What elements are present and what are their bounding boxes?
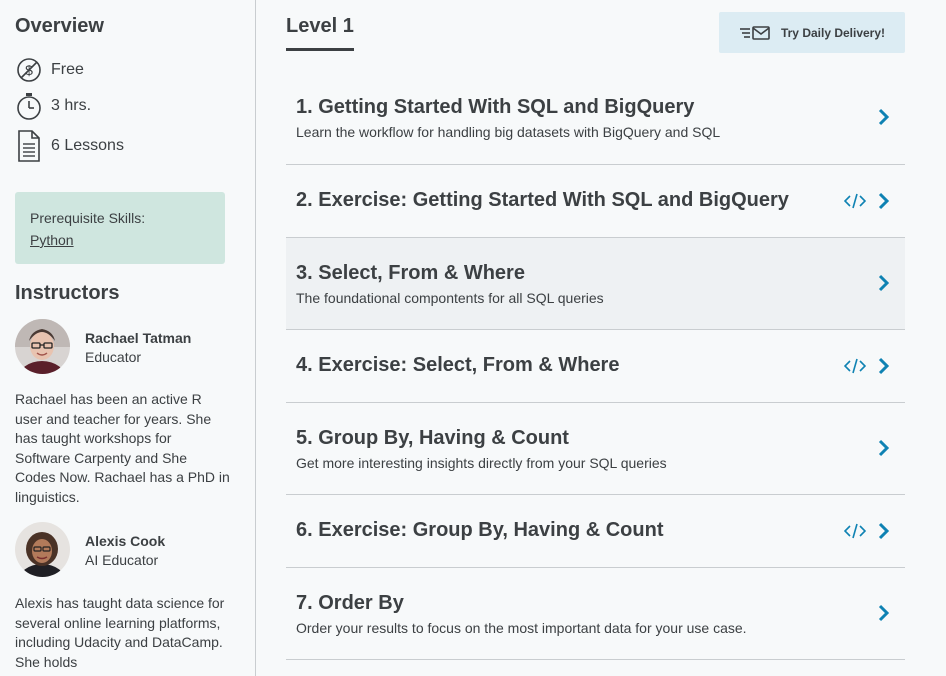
lesson-item[interactable]: 4. Exercise: Select, From & Where [286, 330, 905, 403]
code-icon[interactable] [843, 191, 867, 211]
overview-title: Overview [15, 15, 104, 37]
lesson-item[interactable]: 7. Order By Order your results to focus … [286, 568, 905, 660]
instructors-title: Instructors [15, 282, 120, 304]
chevron-right-icon[interactable] [877, 521, 891, 541]
instructor-bio: Rachael has been an active R user and te… [15, 391, 230, 505]
lesson-item[interactable]: 1. Getting Started With SQL and BigQuery… [286, 72, 905, 165]
duration-row: 3 hrs. [15, 91, 91, 121]
prerequisite-box: Prerequisite Skills: Python [15, 192, 225, 264]
no-dollar-icon: $ [15, 55, 43, 85]
prerequisite-label: Prerequisite Skills: [30, 210, 146, 226]
instructor-role: Educator [85, 349, 142, 365]
lesson-title[interactable]: 6. Exercise: Group By, Having & Count [296, 519, 663, 542]
chevron-right-icon[interactable] [877, 356, 891, 376]
lesson-item[interactable]: 5. Group By, Having & Count Get more int… [286, 403, 905, 495]
instructor-name[interactable]: Rachael Tatman [85, 330, 191, 346]
lesson-subtitle: Order your results to focus on the most … [296, 620, 747, 636]
lesson-title[interactable]: 2. Exercise: Getting Started With SQL an… [296, 189, 789, 212]
avatar[interactable] [15, 319, 70, 374]
tab-level-1[interactable]: Level 1 [286, 15, 354, 51]
chevron-right-icon[interactable] [877, 603, 891, 623]
lesson-list: 1. Getting Started With SQL and BigQuery… [286, 72, 905, 660]
code-icon[interactable] [843, 356, 867, 376]
stopwatch-icon [15, 91, 43, 121]
sidebar: Overview $ Free 3 hrs. [0, 0, 256, 676]
duration-text: 3 hrs. [51, 97, 92, 114]
lesson-item[interactable]: 3. Select, From & Where The foundational… [286, 238, 905, 330]
lesson-title[interactable]: 5. Group By, Having & Count [296, 427, 569, 450]
instructor-role: AI Educator [85, 552, 159, 568]
lessons-row: 6 Lessons [15, 130, 124, 162]
email-list-icon [739, 25, 771, 41]
price-row: $ Free [15, 55, 84, 85]
chevron-right-icon[interactable] [877, 438, 891, 458]
try-daily-delivery-label: Try Daily Delivery! [780, 25, 886, 40]
lesson-subtitle: Get more interesting insights directly f… [296, 455, 667, 471]
prerequisite-link-python[interactable]: Python [30, 232, 74, 248]
chevron-right-icon[interactable] [877, 191, 891, 211]
code-icon[interactable] [843, 521, 867, 541]
try-daily-delivery-button[interactable]: Try Daily Delivery! [719, 12, 905, 53]
instructor-card[interactable]: Alexis Cook AI Educator [15, 522, 165, 577]
instructor-bio: Alexis has taught data science for sever… [15, 595, 225, 670]
chevron-right-icon[interactable] [877, 273, 891, 293]
lesson-title[interactable]: 7. Order By [296, 592, 404, 615]
lesson-subtitle: Learn the workflow for handling big data… [296, 124, 721, 140]
lesson-item[interactable]: 2. Exercise: Getting Started With SQL an… [286, 165, 905, 238]
price-text: Free [51, 61, 84, 78]
lesson-title[interactable]: 4. Exercise: Select, From & Where [296, 354, 619, 377]
document-icon [15, 130, 43, 162]
lesson-subtitle: The foundational compontents for all SQL… [296, 290, 604, 306]
chevron-right-icon[interactable] [877, 107, 891, 127]
lesson-item[interactable]: 6. Exercise: Group By, Having & Count [286, 495, 905, 568]
instructor-name[interactable]: Alexis Cook [85, 533, 165, 549]
lessons-count-text: 6 Lessons [51, 137, 124, 154]
lesson-title[interactable]: 1. Getting Started With SQL and BigQuery [296, 96, 694, 119]
instructor-card[interactable]: Rachael Tatman Educator [15, 319, 191, 374]
lesson-title[interactable]: 3. Select, From & Where [296, 262, 525, 285]
avatar[interactable] [15, 522, 70, 577]
